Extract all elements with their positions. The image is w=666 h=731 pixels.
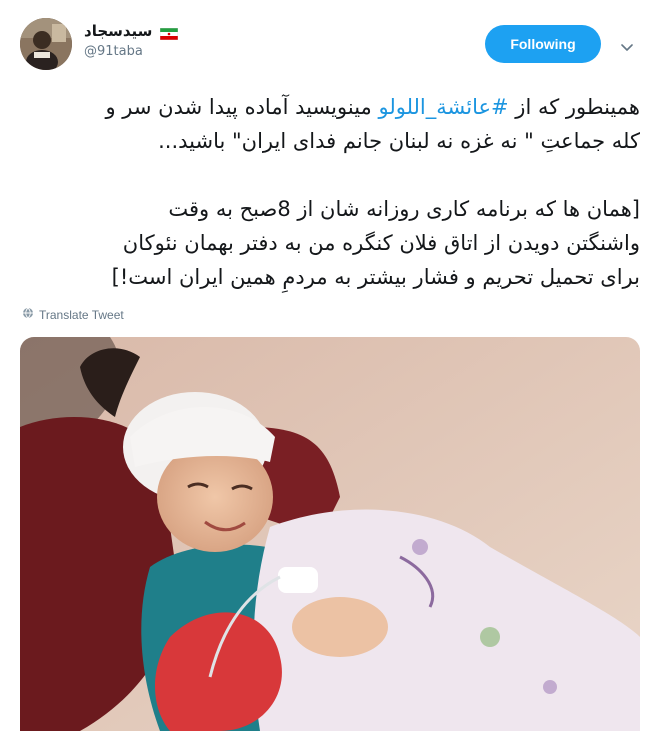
tweet-header: سیدسجاد @91taba Following (20, 18, 646, 70)
tweet-photo[interactable] (20, 337, 640, 731)
display-name[interactable]: سیدسجاد (84, 22, 152, 40)
tweet-text-fragment: مینویسید آماده پیدا شدن سر و (105, 95, 379, 119)
avatar[interactable] (20, 18, 72, 70)
tweet-line: کله جماعتِ " نه غزه نه لبنان جانم فدای ا… (158, 129, 640, 153)
hashtag-link[interactable]: #عائشة_اللولو (378, 95, 508, 119)
iran-flag-icon (160, 25, 179, 41)
tweet-text: همینطور که از #عائشة_اللولو مینویسید آما… (20, 90, 640, 294)
translate-label: Translate Tweet (39, 307, 124, 322)
translate-tweet-link[interactable]: Translate Tweet (22, 307, 124, 322)
following-button[interactable]: Following (485, 25, 601, 63)
tweet-text-fragment: همینطور که از (508, 95, 640, 119)
chevron-down-icon[interactable] (621, 38, 633, 51)
tweet-line: [همان ها که برنامه کاری روزانه شان از 8ص… (168, 197, 640, 221)
user-handle[interactable]: @91taba (84, 44, 178, 59)
globe-icon (22, 307, 34, 322)
tweet-line: برای تحمیل تحریم و فشار بیشتر به مردمِ ه… (111, 265, 640, 289)
tweet-line: واشنگتن دویدن از اتاق فلان کنگره من به د… (122, 231, 640, 255)
tweet-line: همینطور که از #عائشة_اللولو مینویسید آما… (20, 90, 640, 124)
